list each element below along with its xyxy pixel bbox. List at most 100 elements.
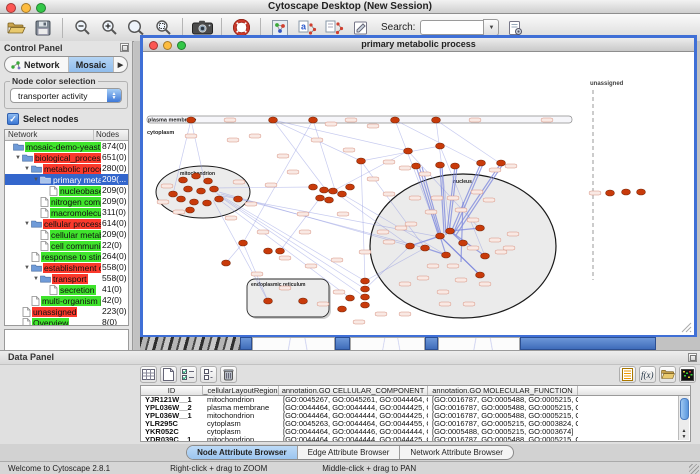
- graph-node[interactable]: [177, 196, 186, 202]
- graph-node[interactable]: [476, 225, 485, 231]
- cell-cellular-component[interactable]: [GO:0044464, GO:0044444, GO:0044425, G..…: [279, 436, 428, 442]
- cell-cellular-component[interactable]: [GO:0044464, GO:0044444, GO:0044425, G..…: [279, 404, 428, 412]
- tab-mosaic[interactable]: Mosaic: [69, 57, 113, 72]
- tree-row[interactable]: cell communicat22(0): [5, 240, 128, 251]
- select-nodes-option[interactable]: ✓ Select nodes: [7, 113, 79, 125]
- cell-molecular-function[interactable]: [GO:0016787, GO:0005488, GO:0005215, G..…: [428, 412, 578, 420]
- import-attributes-button[interactable]: [659, 366, 676, 383]
- zoom-out-button[interactable]: [71, 17, 93, 39]
- float-panel-icon[interactable]: [120, 43, 129, 52]
- search-dropdown-button[interactable]: ▼: [483, 19, 499, 36]
- graph-node[interactable]: [442, 252, 451, 258]
- app-titlebar[interactable]: Cytoscape Desktop (New Session): [0, 0, 700, 14]
- graph-node[interactable]: [325, 197, 334, 203]
- graph-node[interactable]: [309, 184, 318, 190]
- graph-node[interactable]: [320, 187, 329, 193]
- graph-node[interactable]: [316, 195, 325, 201]
- cell-id[interactable]: YDR039C__1: [141, 436, 203, 442]
- tab-overflow-button[interactable]: ▶: [113, 57, 127, 72]
- graph-node[interactable]: [190, 199, 199, 205]
- tree-row[interactable]: unassigned223(0): [5, 306, 128, 317]
- tree-row[interactable]: cellular metabol209(0): [5, 229, 128, 240]
- graph-node[interactable]: [222, 260, 231, 266]
- tree-row[interactable]: multi-organism pro42(0): [5, 295, 128, 306]
- graph-node[interactable]: [264, 298, 273, 304]
- table-row[interactable]: YKR052Ccytoplasm[GO:0044464, GO:0044446,…: [141, 428, 690, 436]
- cell-molecular-function[interactable]: [GO:0016787, GO:0005488, GO:0005215, G..…: [428, 396, 578, 404]
- graph-node[interactable]: [269, 117, 278, 123]
- cell-region[interactable]: mitochondrion: [203, 396, 279, 404]
- matrix-view-button[interactable]: [679, 366, 696, 383]
- graph-node[interactable]: [459, 240, 468, 246]
- graph-node[interactable]: [361, 278, 370, 284]
- graph-node[interactable]: [476, 272, 485, 278]
- graph-node[interactable]: [451, 163, 460, 169]
- graph-node[interactable]: [346, 295, 355, 301]
- cell-cellular-component[interactable]: [GO:0045267, GO:0045261, GO:0044464, G..…: [279, 396, 428, 404]
- graph-node[interactable]: [406, 243, 415, 249]
- graph-node[interactable]: [421, 245, 430, 251]
- background-window-edge[interactable]: [425, 337, 438, 350]
- graph-node[interactable]: [481, 253, 490, 259]
- expand-triangle-icon[interactable]: ▼: [32, 276, 40, 282]
- tree-row[interactable]: Overview8(0): [5, 317, 128, 326]
- graph-node[interactable]: [361, 286, 370, 292]
- graph-node[interactable]: [276, 248, 285, 254]
- background-window-titlebar[interactable]: [520, 337, 656, 350]
- network-canvas[interactable]: plasma membrane cytoplasm mitochondrion …: [143, 52, 694, 335]
- graph-edge[interactable]: [213, 200, 268, 301]
- graph-node[interactable]: [497, 160, 506, 166]
- background-window-edge[interactable]: [335, 337, 350, 350]
- table-row[interactable]: YDR039C__1mitochondrion[GO:0044464, GO:0…: [141, 436, 690, 442]
- cell-region[interactable]: plasma membrane: [203, 404, 279, 412]
- graph-node[interactable]: [187, 117, 196, 123]
- formula-builder-button[interactable]: f(x): [639, 366, 656, 383]
- tab-edge-attribute-browser[interactable]: Edge Attribute Browser: [298, 446, 401, 459]
- float-data-panel-icon[interactable]: [688, 353, 697, 362]
- tree-row[interactable]: ▼primary metabo209(...: [5, 174, 128, 185]
- graph-node[interactable]: [477, 160, 486, 166]
- background-window-edge[interactable]: [240, 337, 252, 350]
- column-header-region[interactable]: _cellularLayoutRegion: [203, 386, 279, 395]
- column-header-cellular-component[interactable]: annotation.GO CELLULAR_COMPONENT: [279, 386, 428, 395]
- table-row[interactable]: YPL036W__1mitochondrion[GO:0044464, GO:0…: [141, 412, 690, 420]
- tree-row[interactable]: secretion41(0): [5, 284, 128, 295]
- tab-network[interactable]: Network: [5, 57, 69, 72]
- graph-node[interactable]: [606, 190, 615, 196]
- unselect-attributes-button[interactable]: [200, 366, 217, 383]
- table-row[interactable]: YLR295Ccytoplasm[GO:0045263, GO:0044464,…: [141, 420, 690, 428]
- graph-edge[interactable]: [215, 192, 365, 281]
- cell-molecular-function[interactable]: [GO:0005488, GO:0005215, GO:0003674]: [428, 428, 578, 436]
- cell-cellular-component[interactable]: [GO:0044464, GO:0044446, GO:0044444, G..…: [279, 428, 428, 436]
- open-session-button[interactable]: [5, 17, 27, 39]
- cell-id[interactable]: YPL036W__2: [141, 404, 203, 412]
- graph-node[interactable]: [264, 248, 273, 254]
- cell-region[interactable]: mitochondrion: [203, 412, 279, 420]
- column-header-id[interactable]: ID: [141, 386, 203, 395]
- graph-node[interactable]: [436, 143, 445, 149]
- background-window-canvas[interactable]: [350, 337, 425, 350]
- graph-node[interactable]: [192, 173, 201, 179]
- select-attributes-button[interactable]: [180, 366, 197, 383]
- canvas-resize-grip[interactable]: [682, 323, 691, 332]
- scrollbar-arrows[interactable]: ▲▼: [679, 428, 689, 440]
- column-header-molecular-function[interactable]: annotation.GO MOLECULAR_FUNCTION: [428, 386, 578, 395]
- graph-node[interactable]: [361, 302, 370, 308]
- graph-node[interactable]: [338, 306, 347, 312]
- search-input[interactable]: [420, 20, 483, 35]
- node-color-dropdown[interactable]: transporter activity ▲▼: [10, 88, 122, 103]
- tree-row[interactable]: ▼biological_process651(0): [5, 152, 128, 163]
- graph-edge[interactable]: [243, 120, 313, 243]
- zoom-in-button[interactable]: [98, 17, 120, 39]
- tree-row[interactable]: nitrogen compo209(0): [5, 196, 128, 207]
- cell-id[interactable]: YLR295C: [141, 420, 203, 428]
- tree-row[interactable]: nucleobase-209(0): [5, 185, 128, 196]
- attribute-list-button[interactable]: [619, 366, 636, 383]
- tree-row[interactable]: ▼cellular process614(0): [5, 218, 128, 229]
- app-resize-grip[interactable]: [689, 464, 699, 474]
- graph-node[interactable]: [361, 294, 370, 300]
- tab-node-attribute-browser[interactable]: Node Attribute Browser: [187, 446, 298, 459]
- tree-row[interactable]: response to stimulu264(0): [5, 251, 128, 262]
- graph-node[interactable]: [179, 177, 188, 183]
- cell-id[interactable]: YJR121W__1: [141, 396, 203, 404]
